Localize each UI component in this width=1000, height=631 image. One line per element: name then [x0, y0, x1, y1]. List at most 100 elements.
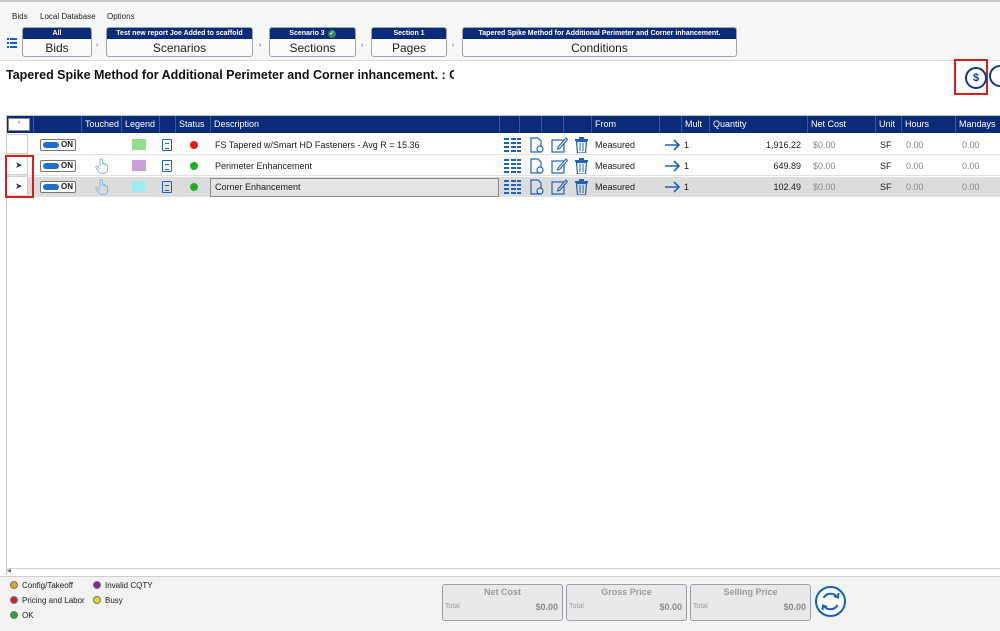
refresh-button[interactable]	[815, 586, 846, 617]
row-net-cost: $0.00	[813, 161, 836, 171]
edit-icon[interactable]	[551, 158, 568, 174]
hand-pointer-icon	[95, 179, 109, 195]
edit-icon[interactable]	[551, 137, 568, 153]
row-description[interactable]: Perimeter Enhancement	[215, 156, 312, 176]
row-handle[interactable]	[6, 134, 28, 154]
menu-bar: Bids Local Database Options	[0, 0, 1000, 27]
header-net-cost[interactable]: Net Cost	[807, 116, 875, 133]
header-legend[interactable]: Legend	[121, 116, 159, 133]
select-all-cell[interactable]: ᴬ	[8, 118, 30, 131]
net-cost-total: Net Cost Total $0.00	[442, 584, 563, 621]
header-touched[interactable]: Touched	[81, 116, 121, 133]
document-icon[interactable]	[162, 160, 172, 172]
status-dot-icon	[10, 596, 18, 604]
on-toggle[interactable]: ON	[40, 181, 76, 193]
row-from[interactable]: Measured	[595, 177, 635, 197]
arrow-right-icon[interactable]	[664, 158, 681, 174]
table-row[interactable]: ON Corner Enhancement Measured 1 102.49 …	[7, 177, 1000, 197]
row-quantity: 649.89	[773, 161, 801, 171]
header-status[interactable]: Status	[175, 116, 210, 133]
row-unit: SF	[880, 182, 892, 192]
row-quantity: 102.49	[773, 182, 801, 192]
document-add-icon[interactable]	[528, 137, 545, 153]
header-mult[interactable]: Mult	[681, 116, 709, 133]
menu-bids[interactable]: Bids	[12, 12, 28, 21]
chevron-right-icon: ›	[96, 42, 99, 49]
on-toggle[interactable]: ON	[40, 160, 76, 172]
row-description[interactable]: FS Tapered w/Smart HD Fasteners - Avg R …	[215, 135, 420, 155]
row-from[interactable]: Measured	[595, 135, 635, 155]
header-mandays[interactable]: Mandays	[955, 116, 1000, 133]
grid-icon[interactable]	[504, 137, 521, 153]
table-row[interactable]: ON FS Tapered w/Smart HD Fasteners - Avg…	[7, 135, 1000, 155]
table-row[interactable]: ON Perimeter Enhancement Measured 1 649.…	[7, 156, 1000, 176]
row-description[interactable]: Corner Enhancement	[210, 178, 499, 197]
trash-icon[interactable]	[573, 137, 590, 153]
trash-icon[interactable]	[573, 179, 590, 195]
key-label: Busy	[105, 596, 123, 605]
grid-icon[interactable]	[504, 179, 521, 195]
breadcrumb-sections-caption: Scenario 3 ✓	[270, 28, 355, 39]
status-dot-icon	[10, 581, 18, 589]
breadcrumb-conditions[interactable]: Tapered Spike Method for Additional Peri…	[462, 27, 737, 57]
status-indicator	[190, 183, 198, 191]
key-config-takeoff: Config/Takeoff	[10, 581, 73, 590]
dollar-circle-icon: $	[965, 67, 987, 89]
document-add-icon[interactable]	[528, 158, 545, 174]
on-toggle-label: ON	[61, 182, 73, 191]
arrow-right-icon[interactable]	[664, 137, 681, 153]
header-arrow	[659, 116, 681, 133]
breadcrumb: All Bids › Test new report Joe Added to …	[0, 27, 1000, 61]
document-icon[interactable]	[162, 181, 172, 193]
circle-icon[interactable]	[989, 65, 1000, 87]
breadcrumb-conditions-caption: Tapered Spike Method for Additional Peri…	[463, 28, 736, 39]
row-mandays: 0.00	[962, 161, 980, 171]
trash-icon[interactable]	[573, 158, 590, 174]
scroll-left-icon[interactable]: ◀	[7, 568, 11, 574]
legend-swatch[interactable]	[132, 181, 146, 192]
breadcrumb-bids-label: Bids	[45, 41, 69, 55]
on-toggle[interactable]: ON	[40, 139, 76, 151]
breadcrumb-pages[interactable]: Section 1 Pages	[371, 27, 447, 57]
list-icon[interactable]	[7, 38, 17, 48]
breadcrumb-sections[interactable]: Scenario 3 ✓ Sections	[269, 27, 356, 57]
key-label: Config/Takeoff	[22, 581, 73, 590]
row-mult[interactable]: 1	[684, 177, 689, 197]
row-mult[interactable]: 1	[684, 156, 689, 176]
legend-swatch[interactable]	[132, 160, 146, 171]
breadcrumb-scenarios[interactable]: Test new report Joe Added to scaffold Sc…	[106, 27, 253, 57]
breadcrumb-sections-caption-text: Scenario 3	[289, 30, 325, 37]
menu-options[interactable]: Options	[107, 12, 135, 21]
horizontal-scrollbar[interactable]: ◀	[6, 568, 1000, 574]
header-action-2	[519, 116, 541, 133]
document-icon[interactable]	[162, 139, 172, 151]
header-hours[interactable]: Hours	[901, 116, 955, 133]
refresh-icon	[821, 592, 840, 611]
header-from[interactable]: From	[591, 116, 659, 133]
hand-pointer-icon	[95, 158, 109, 174]
cost-button[interactable]: $	[954, 59, 988, 95]
edit-icon[interactable]	[551, 179, 568, 195]
header-description[interactable]: Description	[210, 116, 499, 133]
document-add-icon[interactable]	[528, 179, 545, 195]
header-action-3	[541, 116, 563, 133]
row-mult[interactable]: 1	[684, 135, 689, 155]
header-action-1	[499, 116, 519, 133]
header-quantity[interactable]: Quantity	[709, 116, 807, 133]
legend-swatch[interactable]	[132, 139, 146, 150]
row-from[interactable]: Measured	[595, 156, 635, 176]
header-action-4	[563, 116, 591, 133]
row-quantity: 1,916.22	[765, 140, 801, 150]
chevron-right-icon: ›	[259, 42, 262, 49]
arrow-right-icon[interactable]	[664, 179, 681, 195]
menu-local-database[interactable]: Local Database	[40, 12, 96, 21]
breadcrumb-bids[interactable]: All Bids	[22, 27, 92, 57]
header-toggle	[33, 116, 81, 133]
total-value: $0.00	[659, 602, 682, 612]
breadcrumb-sections-label: Sections	[289, 41, 336, 55]
row-hours: 0.00	[906, 161, 924, 171]
header-unit[interactable]: Unit	[875, 116, 901, 133]
total-value: $0.00	[783, 602, 806, 612]
grid-icon[interactable]	[504, 158, 521, 174]
breadcrumb-scenarios-label: Scenarios	[152, 41, 207, 55]
